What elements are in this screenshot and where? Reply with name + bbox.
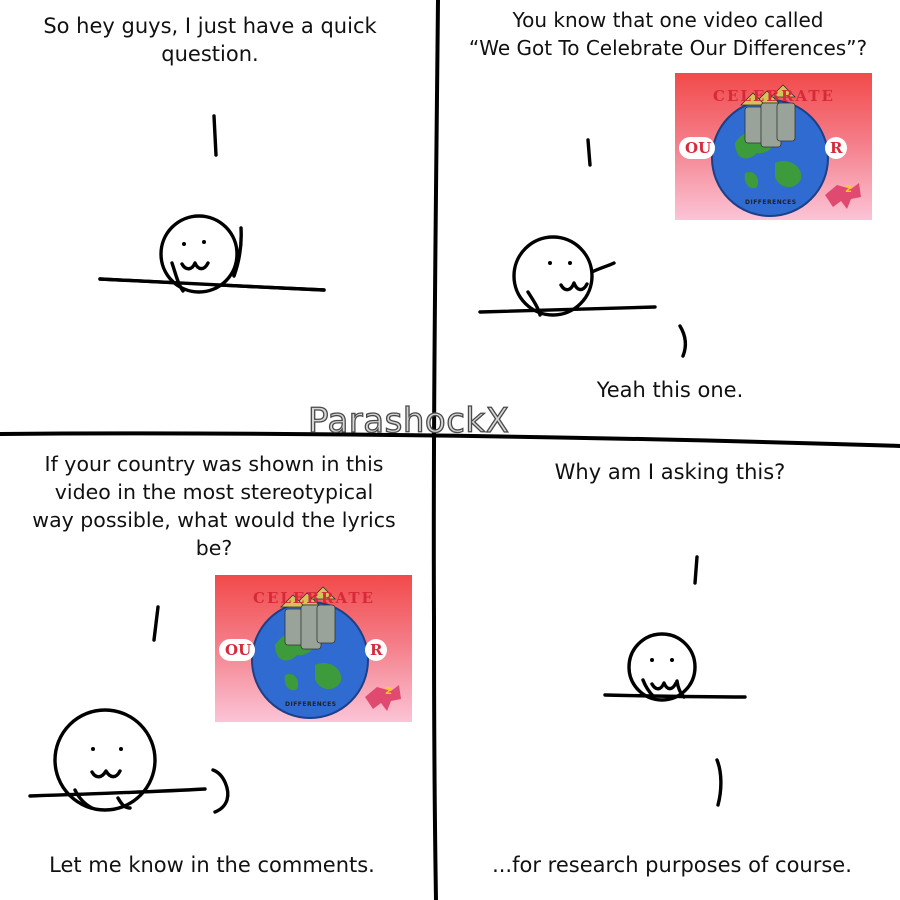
panel4-bottom-caption: ...for research purposes of course. (492, 853, 852, 877)
blob-character-panel1 (98, 214, 326, 294)
panel1-caption-line1: So hey guys, I just have a quick (43, 14, 377, 38)
motion-tick (586, 138, 592, 167)
blob-character-panel3 (28, 708, 230, 814)
thumbnail-left-letters: OU (225, 641, 252, 659)
panel1-caption-line2: question. (161, 42, 259, 66)
panel3-caption-line3: way possible, what would the lyrics (32, 508, 396, 532)
panel3-caption-line2: video in the most stereotypical (54, 480, 374, 504)
panel2-caption: You know that one video called “We Got T… (440, 6, 896, 62)
panel1-caption: So hey guys, I just have a quick questio… (10, 12, 410, 68)
thumbnail-badge: 2 (385, 686, 392, 697)
thumbnail-badge: 2 (845, 184, 852, 195)
video-thumbnail-top: CELEBRATE OU R DIFFERENCES 2 (675, 73, 872, 220)
motion-tick (212, 114, 218, 157)
blob-character-panel4 (603, 632, 747, 702)
thumbnail-word-top: CELEBRATE (253, 589, 375, 607)
vertical-divider (431, 0, 440, 900)
blob-character-panel2 (478, 235, 657, 317)
watermark: ParashockX (307, 400, 510, 441)
panel3-bottom-caption: Let me know in the comments. (49, 853, 375, 877)
panel2-bottom-caption: Yeah this one. (596, 378, 744, 402)
thumbnail-word-bottom: DIFFERENCES (745, 199, 797, 206)
thumbnail-right-letter: R (370, 641, 383, 659)
panel3-caption-line1: If your country was shown in this (44, 452, 384, 476)
thumbnail-word-bottom: DIFFERENCES (285, 701, 337, 708)
thumbnail-left-letters: OU (685, 139, 712, 157)
video-thumbnail-bottom: CELEBRATE OU R DIFFERENCES 2 (215, 575, 412, 722)
motion-tick (678, 324, 688, 358)
thumbnail-right-letter: R (830, 139, 843, 157)
thumbnail-word-top: CELEBRATE (713, 87, 835, 105)
panel3-caption-line4: be? (195, 536, 233, 560)
motion-tick (693, 555, 699, 585)
motion-tick (715, 758, 723, 807)
panel4-caption: Why am I asking this? (554, 460, 786, 484)
panel2-caption-line2: “We Got To Celebrate Our Differences”? (468, 36, 868, 60)
motion-tick (152, 605, 160, 642)
panel2-caption-line1: You know that one video called (512, 8, 824, 32)
panel3-caption: If your country was shown in this video … (4, 450, 424, 562)
